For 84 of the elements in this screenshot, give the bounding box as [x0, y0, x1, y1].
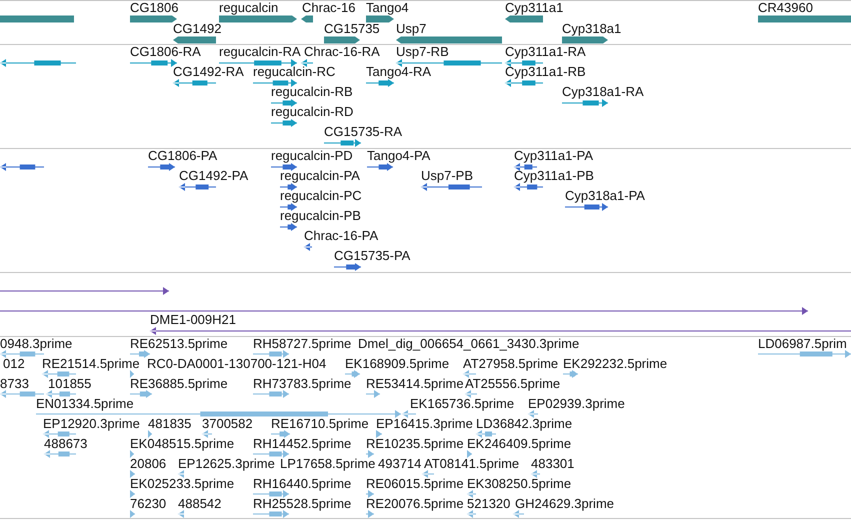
feature-label: Usp7-PB — [421, 169, 474, 183]
feature-label: regucalcin-RB — [271, 85, 353, 99]
feature-label: 483301 — [531, 457, 574, 471]
feature-label: RE21514.5prime — [42, 357, 140, 371]
feature-label: RH16440.5prime — [253, 477, 352, 491]
feature-label: CG1492-RA — [173, 65, 244, 79]
feature-label: AT25556.5prime — [465, 377, 560, 391]
feature-label: CG15735 — [324, 22, 380, 36]
feature-label: Tango4 — [366, 1, 409, 15]
feature-label: regucalcin-RD — [271, 105, 354, 119]
feature-label: RH25528.5prime — [253, 497, 352, 511]
feature-label: EK025233.5prime — [130, 477, 234, 491]
feature-label: CR43960 — [758, 1, 813, 15]
feature-label: Tango4-RA — [366, 65, 432, 79]
feature-label: EK048515.5prime — [130, 437, 234, 451]
feature-label: Cyp318a1 — [562, 22, 622, 36]
feature-label: 488673 — [44, 437, 88, 451]
feature-label: regucalcin-RC — [253, 65, 336, 79]
feature-label: CG15735-RA — [324, 125, 402, 139]
feature-label: CG1492 — [173, 22, 222, 36]
feature-label: 3700582 — [202, 417, 253, 431]
feature-label: regucalcin-PC — [280, 189, 362, 203]
feature-label: RE53414.5prime — [366, 377, 464, 391]
feature-label: EK168909.5prime — [345, 357, 450, 371]
feature-label: 76230 — [130, 497, 166, 511]
feature-label: Dmel_dig_006654_0661_3430.3prime — [358, 337, 580, 351]
feature-label: Chrac-16-PA — [304, 229, 378, 243]
feature-label: Cyp318a1-RA — [562, 85, 644, 99]
feature-label: LD36842.3prime — [476, 417, 572, 431]
feature-label: Usp7 — [396, 22, 426, 36]
feature-label: EP16415.3prime — [376, 417, 473, 431]
feature-label: CG1492-PA — [179, 169, 248, 183]
feature-label: EP12625.3prime — [178, 457, 275, 471]
feature-label: EK246409.5prime — [467, 437, 572, 451]
feature-label: LP17658.5prime — [280, 457, 376, 471]
feature-label: LD06987.5prim — [758, 337, 847, 351]
feature-label: 20806 — [130, 457, 166, 471]
feature-label: Cyp311a1-PB — [514, 169, 594, 183]
feature-label: Cyp318a1-PA — [565, 189, 645, 203]
feature-label: 8733 — [0, 377, 29, 391]
feature-label: RH58727.5prime — [253, 337, 352, 351]
feature-label: RH14452.5prime — [253, 437, 352, 451]
feature-label: EK292232.5prime — [563, 357, 668, 371]
feature-label: Cyp311a1-RA — [505, 45, 586, 59]
feature-label: Usp7-RB — [396, 45, 449, 59]
feature-label: CG1806 — [130, 1, 178, 15]
feature-label: regucalcin-PB — [280, 209, 361, 223]
feature-label: 521320 — [467, 497, 510, 511]
feature-label: RE10235.5prime — [366, 437, 464, 451]
feature-label: DME1-009H21 — [150, 313, 236, 327]
feature-label: Cyp311a1-PA — [514, 149, 594, 163]
feature-label: Chrac-16 — [302, 1, 356, 15]
feature-label: RE36885.5prime — [130, 377, 228, 391]
feature-label: AT27958.5prime — [463, 357, 558, 371]
feature-label: AT08141.5prime — [424, 457, 520, 471]
feature-label: EP12920.3prime — [43, 417, 140, 431]
feature-label: 481835 — [148, 417, 192, 431]
feature-label: Cyp311a1-RB — [505, 65, 586, 79]
feature-label: CG1806-RA — [130, 45, 201, 59]
feature-label: EP02939.3prime — [528, 397, 625, 411]
feature-label: EK308250.5prime — [467, 477, 572, 491]
feature-label: CG15735-PA — [334, 249, 410, 263]
feature-label: regucalcin-PA — [280, 169, 360, 183]
feature-label: 493714 — [378, 457, 422, 471]
feature-label: Tango4-PA — [367, 149, 430, 163]
feature-label: RC0-DA0001-130700-121-H04 — [147, 357, 326, 371]
feature-label: 101855 — [48, 377, 92, 391]
feature-label: RE62513.5prime — [130, 337, 228, 351]
feature-label: regucalcin-PD — [271, 149, 353, 163]
feature-label: Cyp311a1 — [505, 1, 564, 15]
feature-label: regucalcin-RA — [219, 45, 301, 59]
feature-label: EK165736.5prime — [410, 397, 514, 411]
feature-label: RH73783.5prime — [253, 377, 352, 391]
feature-label: 488542 — [178, 497, 222, 511]
feature-label: Chrac-16-RA — [304, 45, 380, 59]
feature-label: RE20076.5prime — [366, 497, 464, 511]
feature-label: GH24629.3prime — [515, 497, 614, 511]
feature-label: 012 — [3, 357, 25, 371]
feature-label: EN01334.5prime — [36, 397, 134, 411]
feature-label: 0948.3prime — [0, 337, 72, 351]
feature-label: CG1806-PA — [148, 149, 218, 163]
feature-label: RE16710.5prime — [271, 417, 369, 431]
feature-label: regucalcin — [219, 1, 278, 15]
feature-label: RE06015.5prime — [366, 477, 464, 491]
